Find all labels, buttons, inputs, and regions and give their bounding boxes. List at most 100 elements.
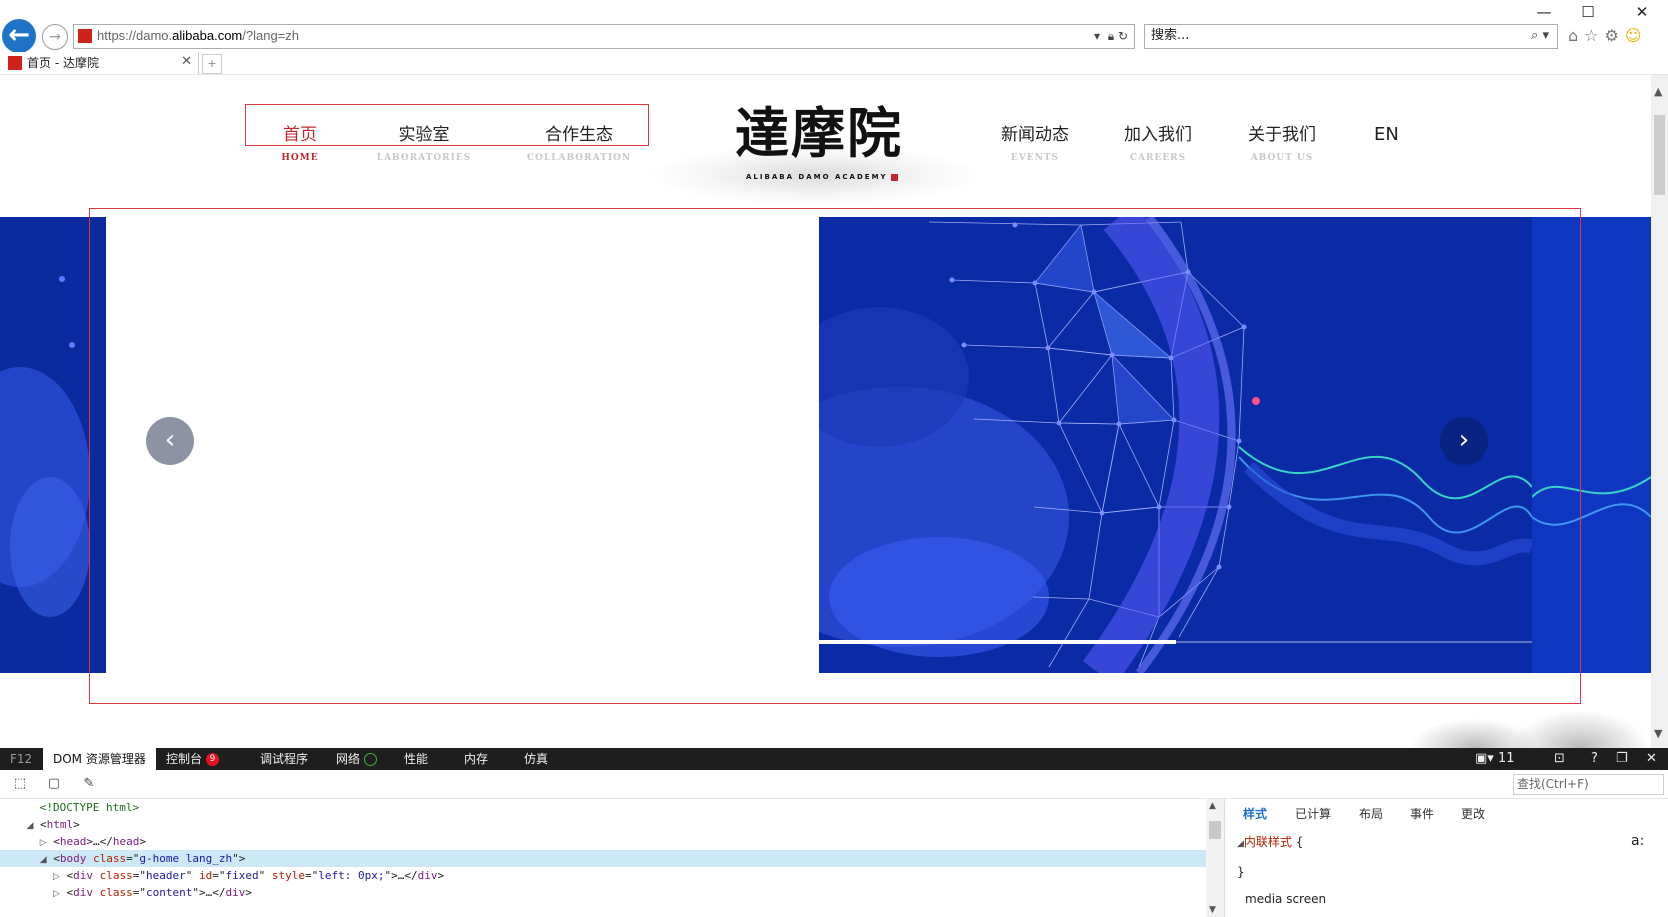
scroll-up-icon[interactable]: ▲ (1654, 85, 1662, 98)
dom-header-attr2: id (199, 869, 213, 882)
style-tab-computed[interactable]: 已计算 (1295, 805, 1331, 822)
highlight-elements-icon[interactable]: ▢ (46, 776, 62, 792)
element-highlight-nav (245, 104, 649, 146)
help-icon[interactable]: ? (1591, 748, 1598, 770)
network-record-icon (364, 753, 378, 766)
lock-icon[interactable]: 🔒︎ (1108, 29, 1114, 43)
nav-home-sublabel: HOME (281, 153, 319, 163)
search-placeholder: 搜索... (1151, 28, 1190, 43)
logo-characters: 達摩院 (735, 101, 903, 165)
nav-events[interactable]: 新闻动态 EVENTS (995, 125, 1075, 163)
dropdown-icon[interactable]: ▾ (1094, 29, 1100, 43)
nav-careers-label: 加入我们 (1124, 125, 1192, 145)
dom-tree-scroll-thumb[interactable] (1209, 821, 1221, 839)
nav-about[interactable]: 关于我们 ABOUT US (1240, 125, 1324, 163)
devtools-close-icon[interactable]: ✕ (1646, 748, 1657, 770)
tab-dom-explorer[interactable]: DOM 资源管理器 (43, 748, 156, 770)
dom-node-html[interactable]: ◢ <html> (0, 816, 1206, 833)
page-scrollbar[interactable]: ▲ ▼ (1651, 75, 1668, 748)
dom-content-class-value: content (146, 886, 193, 899)
tab-console-label: 控制台 (166, 752, 203, 766)
refresh-icon[interactable]: ↻ (1118, 29, 1128, 43)
tab-network[interactable]: 网络 (336, 748, 378, 770)
dom-header-class-value: header (146, 869, 186, 882)
undock-icon[interactable]: ❐ (1616, 748, 1628, 770)
forward-button[interactable]: → (42, 24, 68, 50)
new-tab-button[interactable]: + (202, 54, 222, 74)
language-switch-en[interactable]: EN (1374, 124, 1399, 145)
dom-tree-scrollbar[interactable]: ▲ ▼ (1206, 799, 1224, 917)
dom-node-content-div[interactable]: ▷ <div class="content">…</div> (0, 884, 1206, 901)
back-arrow-icon: ← (8, 20, 30, 50)
settings-gear-icon[interactable]: ⚙ (1605, 26, 1625, 45)
maximize-button[interactable]: ☐ (1568, 2, 1608, 22)
search-icon[interactable]: ⌕ ▾ (1531, 27, 1549, 45)
text-options-icon[interactable]: a: (1631, 833, 1644, 849)
expanded-triangle-icon[interactable]: ◢ (40, 855, 47, 865)
tab-console[interactable]: 控制台 9 (166, 748, 220, 770)
seal-icon (890, 173, 898, 181)
url-text[interactable]: https://damo.alibaba.com/?lang=zh (97, 27, 299, 45)
inline-styles-brace-open: { (1295, 835, 1304, 849)
style-tab-changes[interactable]: 更改 (1461, 805, 1485, 822)
close-window-button[interactable]: ✕ (1622, 2, 1662, 22)
dom-tree: <!DOCTYPE html> ◢ <html> ▷ <head>…</head… (0, 799, 1206, 917)
tree-scroll-down-icon[interactable]: ▼ (1209, 905, 1216, 915)
color-picker-icon[interactable]: ✎ (81, 776, 97, 792)
url-prefix: https://damo. (97, 28, 173, 43)
nav-careers[interactable]: 加入我们 CAREERS (1118, 125, 1198, 163)
minimize-button[interactable]: — (1524, 2, 1564, 22)
dom-body-class-value: g-home lang_zh (139, 852, 233, 865)
inline-styles-brace-close: } (1237, 865, 1245, 879)
tree-scroll-up-icon[interactable]: ▲ (1209, 801, 1216, 811)
dom-node-doctype[interactable]: <!DOCTYPE html> (0, 799, 1206, 816)
collapsed-triangle-icon[interactable]: ▷ (53, 872, 60, 882)
back-button[interactable]: ← (2, 19, 36, 53)
scroll-down-icon[interactable]: ▼ (1654, 727, 1662, 740)
style-tab-layout[interactable]: 布局 (1359, 805, 1383, 822)
nav-events-label: 新闻动态 (1001, 125, 1069, 145)
target-selector[interactable]: ▣▾ 11 (1475, 748, 1515, 770)
dom-node-body[interactable]: ◢ <body class="g-home lang_zh"> (0, 850, 1206, 867)
expanded-triangle-icon[interactable]: ◢ (1237, 839, 1244, 849)
favorites-star-icon[interactable]: ☆ (1584, 26, 1604, 45)
tab-close-icon[interactable]: ✕ (181, 54, 192, 69)
toolbar-icons: ⌂☆⚙☺ (1568, 26, 1648, 45)
dom-node-head[interactable]: ▷ <head>…</head> (0, 833, 1206, 850)
damo-logo[interactable]: 達摩院 ALIBABA DAMO ACADEMY (640, 95, 980, 205)
style-tab-styles[interactable]: 样式 (1243, 805, 1267, 822)
element-highlight-carousel (89, 208, 1581, 704)
tab-debugger[interactable]: 调试程序 (260, 748, 308, 770)
nav-events-sublabel: EVENTS (1010, 153, 1060, 163)
site-favicon (78, 29, 92, 43)
console-toggle-icon[interactable]: ⊡ (1554, 748, 1565, 770)
address-bar[interactable]: https://damo.alibaba.com/?lang=zh ▾ 🔒︎ ↻ (73, 24, 1135, 49)
tab-memory[interactable]: 内存 (464, 748, 488, 770)
select-element-icon[interactable]: ⬚ (12, 776, 28, 792)
monitor-icon: ▣▾ (1475, 751, 1494, 766)
inline-styles-header[interactable]: ◢内联样式 { (1237, 833, 1303, 850)
tab-performance[interactable]: 性能 (404, 748, 428, 770)
scrollbar-thumb[interactable] (1654, 115, 1665, 195)
find-input[interactable]: 查找(Ctrl+F) (1513, 774, 1664, 795)
media-screen-rule[interactable]: media screen (1245, 892, 1326, 906)
home-icon[interactable]: ⌂ (1568, 26, 1584, 45)
dom-node-header-div[interactable]: ▷ <div class="header" id="fixed" style="… (0, 867, 1206, 884)
tab-favicon (8, 56, 22, 70)
dom-body-attr: class (93, 852, 127, 865)
dom-doctype-text: <!DOCTYPE html> (39, 801, 140, 814)
tab-emulation[interactable]: 仿真 (524, 748, 548, 770)
search-box[interactable]: 搜索... ⌕ ▾ (1144, 24, 1558, 49)
browser-tab-active[interactable]: 首页 - 达摩院 ✕ (0, 52, 199, 74)
dom-header-attr3: style (271, 869, 306, 882)
ink-mountain-decoration-2 (1510, 710, 1650, 748)
collapsed-triangle-icon[interactable]: ▷ (53, 889, 60, 899)
smiley-feedback-icon[interactable]: ☺ (1625, 26, 1648, 45)
expanded-triangle-icon[interactable]: ◢ (27, 821, 34, 831)
browser-chrome: — ☐ ✕ ← → https://damo.alibaba.com/?lang… (0, 0, 1668, 74)
nav-about-label: 关于我们 (1248, 125, 1316, 145)
style-tab-events[interactable]: 事件 (1410, 805, 1434, 822)
collapsed-triangle-icon[interactable]: ▷ (40, 838, 47, 848)
inline-styles-label: 内联样式 (1243, 835, 1292, 849)
dom-html-tag: html (46, 818, 74, 831)
